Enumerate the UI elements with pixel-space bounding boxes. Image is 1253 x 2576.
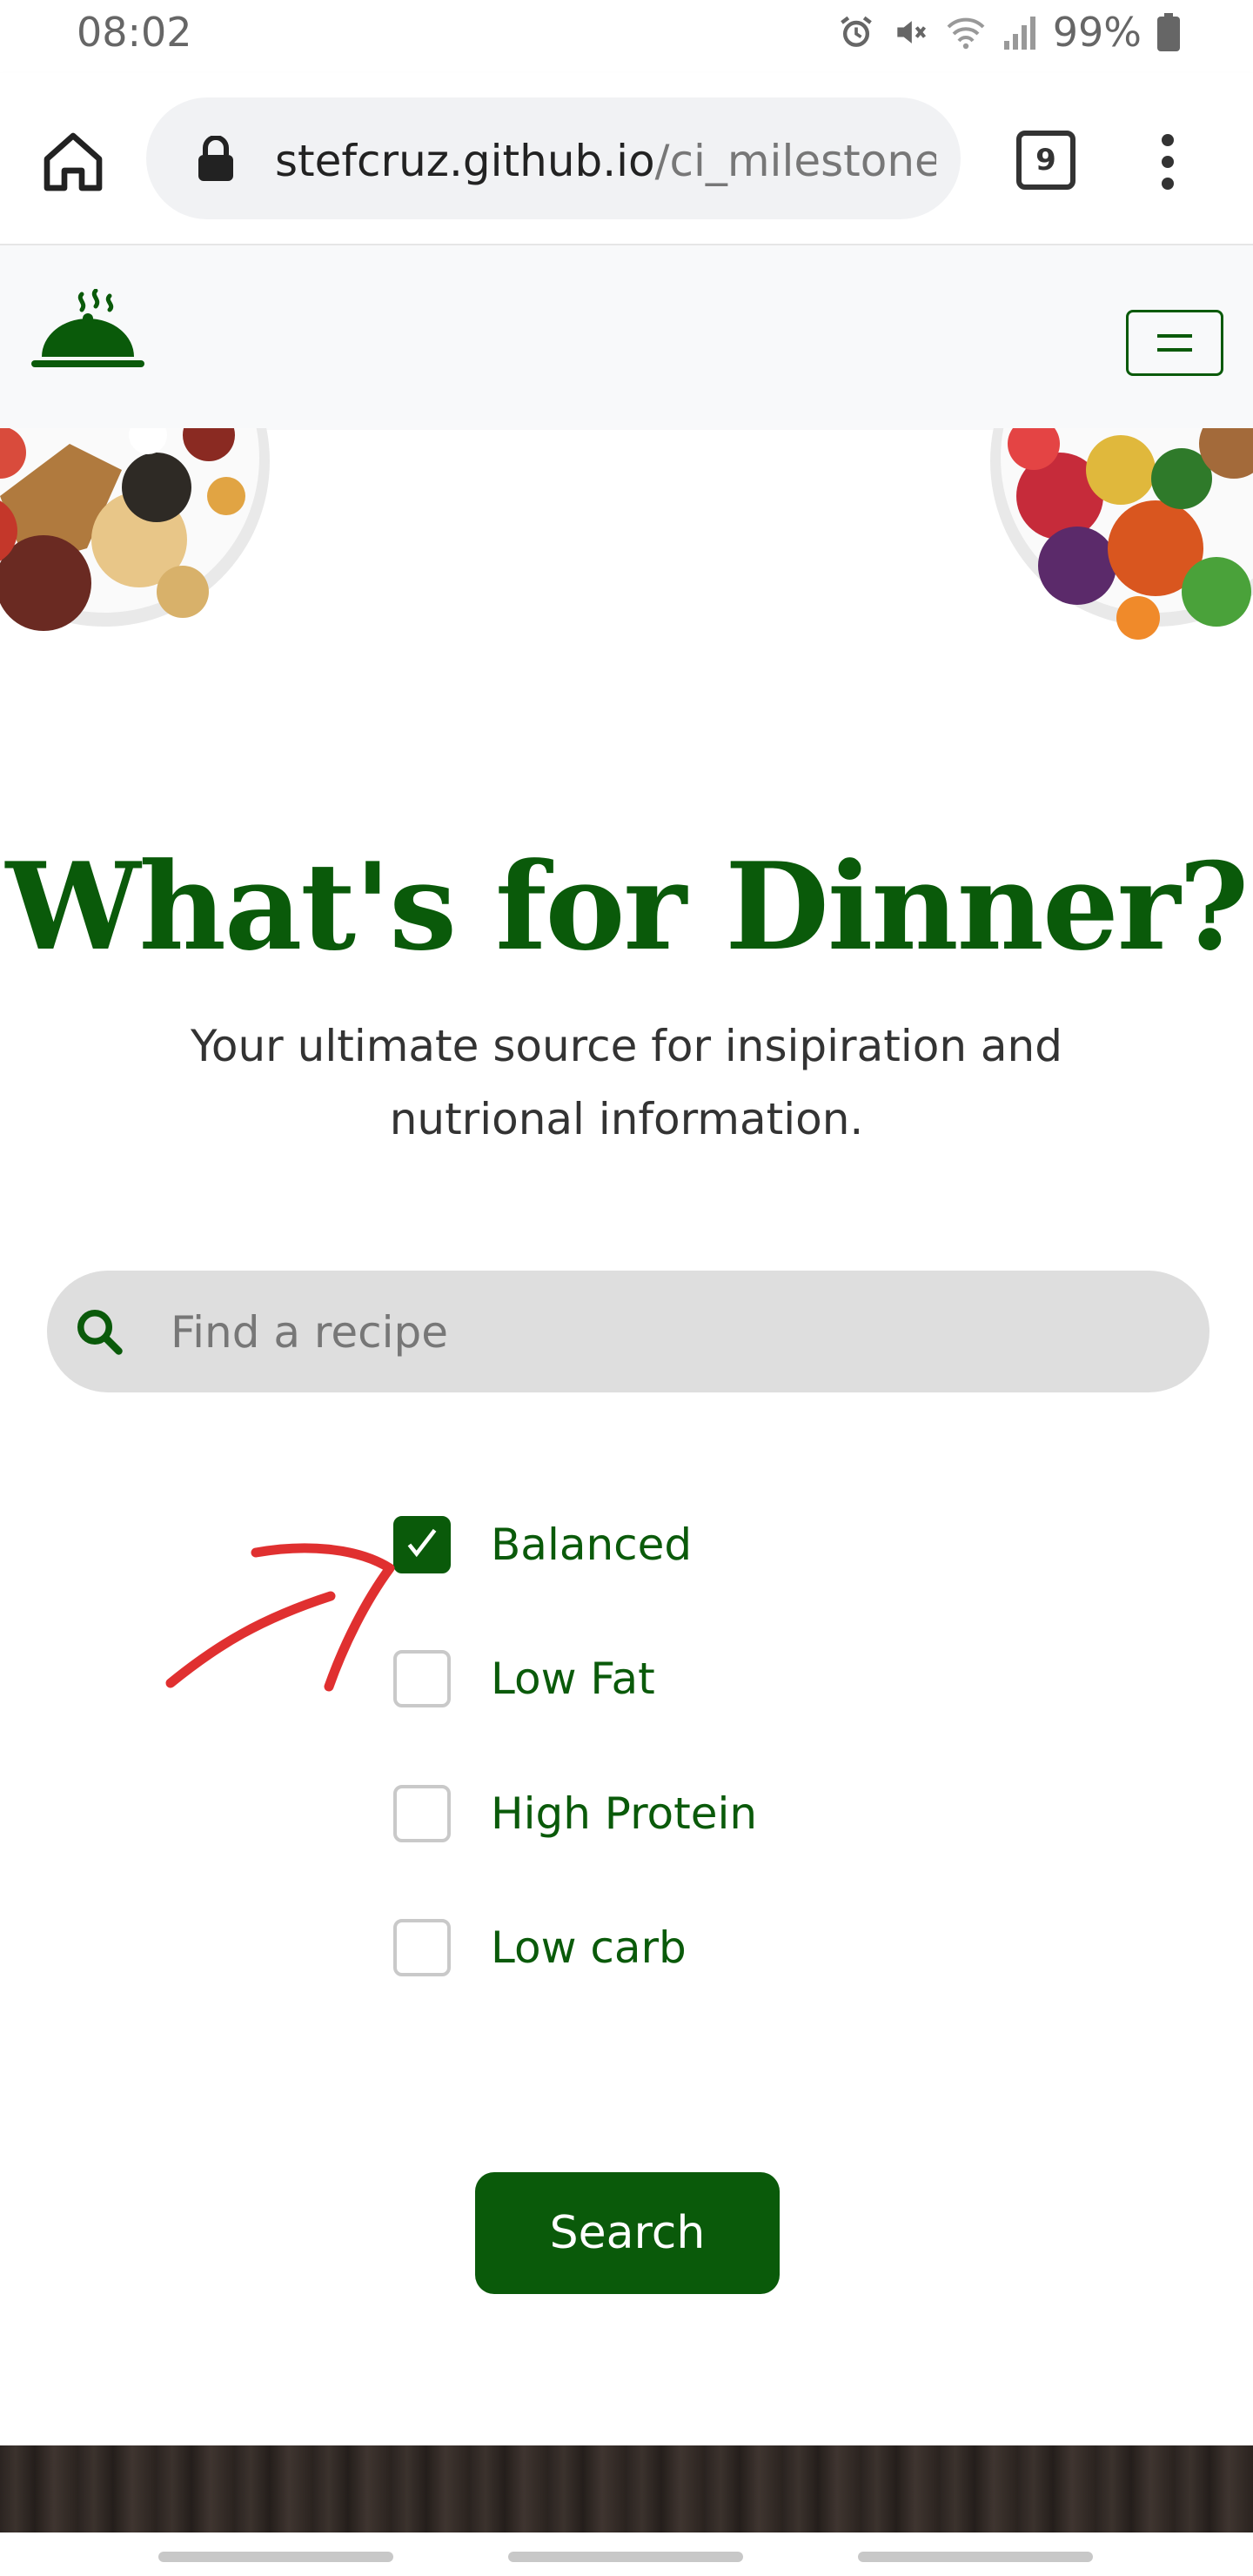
annotation-arrow-icon <box>157 1532 409 1706</box>
gesture-bar-center[interactable] <box>508 2552 743 2562</box>
filter-option-low-carb[interactable]: Low carb <box>393 1917 687 1978</box>
alarm-icon <box>837 13 875 51</box>
checkbox-high-protein[interactable] <box>393 1785 451 1842</box>
signal-icon <box>1002 13 1037 51</box>
browser-toolbar: stefcruz.github.io/ci_milestone 9 <box>0 73 1253 245</box>
url-path: /ci_milestone <box>654 136 936 186</box>
filter-option-low-fat[interactable]: Low Fat <box>393 1648 655 1709</box>
food-plate-right-image <box>982 374 1253 661</box>
filter-label: Low carb <box>491 1922 687 1973</box>
gesture-bar-left[interactable] <box>158 2552 393 2562</box>
search-button[interactable]: Search <box>475 2172 780 2294</box>
filter-label: High Protein <box>491 1788 758 1839</box>
battery-icon <box>1157 13 1180 51</box>
menu-dot <box>1162 134 1174 146</box>
status-time: 08:02 <box>77 9 192 56</box>
filter-option-high-protein[interactable]: High Protein <box>393 1783 757 1844</box>
menu-dot <box>1162 178 1174 190</box>
filter-option-balanced[interactable]: Balanced <box>393 1514 692 1575</box>
cloche-icon[interactable] <box>30 288 146 376</box>
tabs-button[interactable]: 9 <box>1016 131 1075 190</box>
wifi-icon <box>945 13 987 51</box>
battery-percent: 99% <box>1052 9 1142 56</box>
mute-icon <box>891 13 929 51</box>
checkbox-low-carb[interactable] <box>393 1919 451 1976</box>
filter-label: Balanced <box>491 1519 693 1570</box>
food-plate-left-image <box>0 374 278 661</box>
menu-dot <box>1162 156 1174 168</box>
overflow-menu-icon[interactable] <box>1150 127 1185 197</box>
url-text[interactable]: stefcruz.github.io/ci_milestone <box>275 136 936 188</box>
status-icons: 99% <box>837 9 1180 56</box>
footer-background <box>0 2445 1253 2532</box>
recipe-search-input[interactable] <box>169 1288 1164 1377</box>
tab-count: 9 <box>1035 143 1056 178</box>
status-bar: 08:02 99% <box>0 0 1253 73</box>
home-icon[interactable] <box>38 127 108 197</box>
search-icon <box>73 1305 125 1358</box>
page-title: What's for Dinner? <box>5 835 1250 977</box>
gesture-nav-bar <box>0 2532 1253 2576</box>
hamburger-line <box>1157 348 1192 352</box>
hamburger-line <box>1157 334 1192 338</box>
gesture-bar-right[interactable] <box>858 2552 1093 2562</box>
page-subtitle: Your ultimate source for insipiration an… <box>191 1021 1062 1144</box>
lock-icon <box>197 135 235 181</box>
recipe-search-bar <box>47 1271 1209 1392</box>
filter-label: Low Fat <box>491 1654 655 1704</box>
hamburger-menu-button[interactable] <box>1126 310 1223 376</box>
url-domain: stefcruz.github.io <box>275 136 655 186</box>
address-bar[interactable]: stefcruz.github.io/ci_milestone <box>146 97 961 219</box>
